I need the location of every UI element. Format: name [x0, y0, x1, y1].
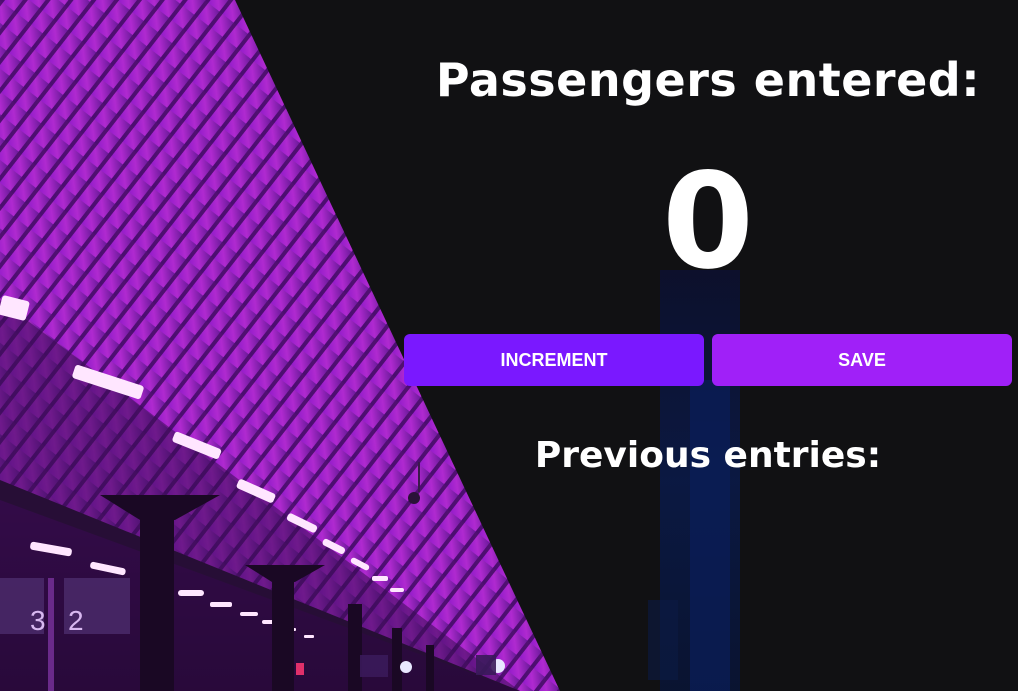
passenger-count: 0	[662, 145, 754, 299]
save-button[interactable]: Save	[712, 334, 1012, 386]
svg-text:3: 3	[30, 605, 46, 636]
svg-text:2: 2	[68, 605, 84, 636]
increment-button[interactable]: Increment	[404, 334, 704, 386]
previous-entries-heading: Previous entries:	[534, 435, 882, 476]
page-title: Passengers entered:	[435, 53, 981, 107]
app-screen: 3 2 Passengers entered: 0 Increment Save…	[0, 0, 1018, 691]
counter-panel: Passengers entered: 0 Increment Save Pre…	[404, 0, 1012, 691]
